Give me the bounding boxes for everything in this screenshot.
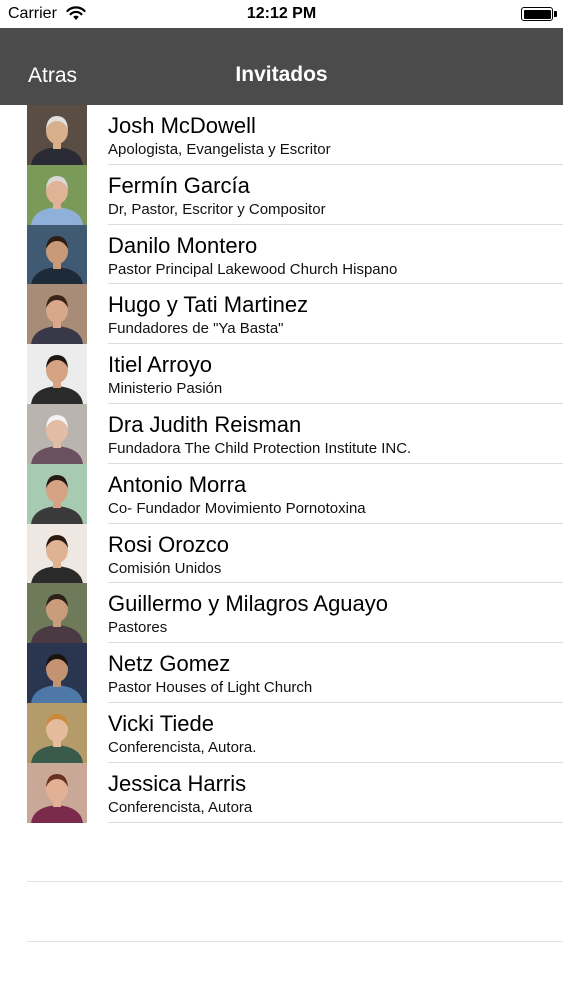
guest-name: Josh McDowell	[108, 113, 256, 138]
guest-name: Guillermo y Milagros Aguayo	[108, 591, 389, 617]
guest-photo	[27, 164, 87, 225]
guest-name: Fermín García	[108, 172, 250, 198]
guest-name: Vicki Tiede	[108, 710, 214, 736]
guest-role: Ministerio Pasión	[108, 380, 223, 398]
guest-role: Conferencista, Autora.	[108, 738, 257, 756]
guest-photo	[27, 702, 87, 763]
guest-photo	[27, 105, 87, 165]
guest-role: Dr, Pastor, Escritor y Compositor	[108, 200, 326, 218]
navigation-bar: Atras Invitados	[0, 28, 563, 105]
guest-photo	[27, 583, 87, 644]
guest-photo	[27, 224, 87, 285]
empty-row-divider	[27, 941, 563, 942]
guest-name: Danilo Montero	[108, 232, 258, 258]
guest-role: Fundadora The Child Protection Institute…	[108, 439, 412, 457]
guest-photo	[27, 284, 87, 345]
row-divider	[108, 821, 563, 823]
guest-row[interactable]: Dra Judith Reisman Fundadora The Child Pr…	[0, 403, 563, 464]
status-bar: Carrier 12:12 PM	[0, 0, 563, 28]
guest-row[interactable]: Rosi Orozco Comisión Unidos	[0, 523, 563, 584]
guest-list: Josh McDowell Apologista, Evangelista y E…	[0, 105, 563, 823]
battery-icon	[521, 7, 557, 21]
guest-row[interactable]: Antonio Morra Co- Fundador Movimiento Por…	[0, 463, 563, 524]
guest-photo	[27, 643, 87, 703]
guest-role: Pastores	[108, 619, 168, 637]
guest-photo	[27, 762, 87, 823]
guest-role: Co- Fundador Movimiento Pornotoxina	[108, 499, 366, 517]
guest-photo	[27, 463, 87, 524]
guest-name: Jessica Harris	[108, 770, 247, 796]
guest-row[interactable]: Jessica Harris Conferencista, Autora	[0, 762, 563, 823]
guest-row[interactable]: Netz Gomez Pastor Houses of Light Church	[0, 643, 563, 703]
empty-row-divider	[27, 881, 563, 882]
guest-role: Apologista, Evangelista y Escritor	[108, 141, 331, 158]
guest-name: Hugo y Tati Martinez	[108, 292, 309, 318]
guest-role: Pastor Houses of Light Church	[108, 679, 313, 697]
guest-row[interactable]: Josh McDowell Apologista, Evangelista y E…	[0, 105, 563, 165]
guest-name: Dra Judith Reisman	[108, 411, 302, 437]
guest-role: Conferencista, Autora	[108, 798, 253, 816]
guest-name: Antonio Morra	[108, 471, 247, 497]
guest-photo	[27, 403, 87, 464]
guest-photo	[27, 344, 87, 404]
guest-role: Pastor Principal Lakewood Church Hispano	[108, 260, 398, 278]
page-title: Invitados	[235, 63, 328, 86]
guest-name: Rosi Orozco	[108, 531, 230, 557]
guest-row[interactable]: Danilo Montero Pastor Principal Lakewood …	[0, 224, 563, 285]
guest-row[interactable]: Itiel Arroyo Ministerio Pasión	[0, 344, 563, 404]
clock: 12:12 PM	[246, 5, 317, 22]
guest-row[interactable]: Vicki Tiede Conferencista, Autora.	[0, 702, 563, 763]
guest-photo	[27, 523, 87, 584]
guest-row[interactable]: Fermín García Dr, Pastor, Escritor y Comp…	[0, 164, 563, 225]
guest-role: Fundadores de "Ya Basta"	[108, 320, 284, 338]
guest-name: Itiel Arroyo	[108, 352, 212, 378]
guest-name: Netz Gomez	[108, 651, 231, 677]
guest-row[interactable]: Hugo y Tati Martinez Fundadores de "Ya Ba…	[0, 284, 563, 345]
guest-role: Comisión Unidos	[108, 559, 222, 577]
guest-row[interactable]: Guillermo y Milagros Aguayo Pastores	[0, 583, 563, 644]
